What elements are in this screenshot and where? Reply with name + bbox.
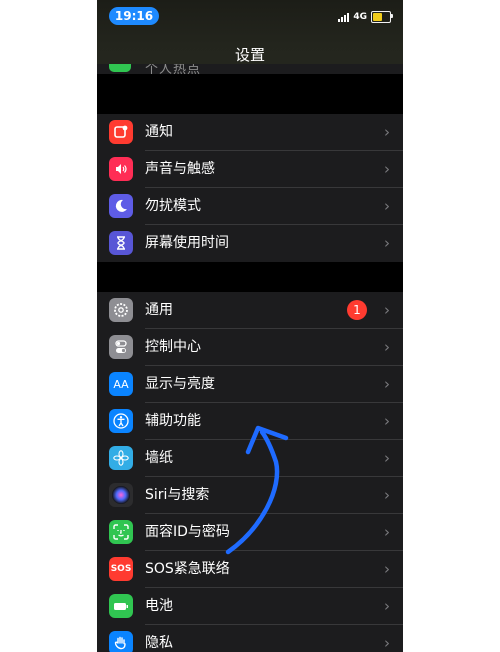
settings-row-label: 电池 (145, 598, 173, 614)
section-gap (97, 262, 403, 292)
battery-status-icon (371, 11, 393, 23)
settings-row-screentime[interactable]: 屏幕使用时间 › (97, 225, 403, 262)
hotspot-label: 个人热点 (145, 64, 202, 74)
settings-row-label: 勿扰模式 (145, 198, 201, 214)
settings-row-label: 通知 (145, 124, 173, 140)
chevron-right-icon: › (384, 449, 390, 467)
hand-icon (109, 631, 133, 652)
settings-row-label: 面容ID与密码 (145, 524, 230, 540)
accessibility-icon (109, 409, 133, 433)
sos-icon: SOS (109, 557, 133, 581)
settings-row-accessibility[interactable]: 辅助功能 › (97, 403, 403, 440)
flower-icon (109, 446, 133, 470)
gear-icon (109, 298, 133, 322)
settings-row-label: 墙纸 (145, 450, 173, 466)
chevron-right-icon: › (384, 197, 390, 215)
settings-row-battery[interactable]: 电池 › (97, 588, 403, 625)
section-gap (97, 74, 403, 114)
settings-row-label: 隐私 (145, 635, 173, 651)
list-item-hotspot-partial[interactable]: 个人热点 (97, 64, 403, 74)
settings-row-label: 控制中心 (145, 339, 201, 355)
settings-row-label: SOS紧急联络 (145, 561, 230, 577)
settings-row-label: 辅助功能 (145, 413, 201, 429)
signal-icon (338, 12, 350, 22)
chevron-right-icon: › (384, 412, 390, 430)
settings-row-label: 通用 (145, 302, 173, 318)
chevron-right-icon: › (384, 375, 390, 393)
settings-row-notifications[interactable]: 通知 › (97, 114, 403, 151)
update-badge: 1 (347, 300, 367, 320)
network-type: 4G (353, 12, 367, 22)
settings-row-wallpaper[interactable]: 墙纸 › (97, 440, 403, 477)
chevron-right-icon: › (384, 234, 390, 252)
settings-row-siri[interactable]: Siri与搜索 › (97, 477, 403, 514)
moon-icon (109, 194, 133, 218)
chevron-right-icon: › (384, 523, 390, 541)
siri-icon (109, 483, 133, 507)
settings-row-label: 声音与触感 (145, 161, 215, 177)
toggle-icon (109, 335, 133, 359)
settings-row-faceid[interactable]: 面容ID与密码 › (97, 514, 403, 551)
sound-icon (109, 157, 133, 181)
chevron-right-icon: › (384, 597, 390, 615)
chevron-right-icon: › (384, 301, 390, 319)
chevron-right-icon: › (384, 123, 390, 141)
settings-row-label: 显示与亮度 (145, 376, 215, 392)
settings-row-label: Siri与搜索 (145, 487, 210, 503)
settings-row-sounds[interactable]: 声音与触感 › (97, 151, 403, 188)
settings-row-display[interactable]: AA 显示与亮度 › (97, 366, 403, 403)
settings-row-privacy[interactable]: 隐私 › (97, 625, 403, 652)
header: 19:16 4G 设置 (97, 0, 403, 74)
notifications-icon (109, 120, 133, 144)
settings-row-label: 屏幕使用时间 (145, 235, 229, 251)
hourglass-icon (109, 231, 133, 255)
status-icons: 4G (338, 9, 393, 25)
settings-row-sos[interactable]: SOS SOS紧急联络 › (97, 551, 403, 588)
chevron-right-icon: › (384, 486, 390, 504)
text-size-icon: AA (109, 372, 133, 396)
chevron-right-icon: › (384, 338, 390, 356)
settings-row-control-center[interactable]: 控制中心 › (97, 329, 403, 366)
chevron-right-icon: › (384, 560, 390, 578)
chevron-right-icon: › (384, 160, 390, 178)
battery-icon (109, 594, 133, 618)
settings-row-general[interactable]: 通用 1 › (97, 292, 403, 329)
page-title: 设置 (234, 46, 265, 64)
face-id-icon (109, 520, 133, 544)
chevron-right-icon: › (384, 634, 390, 652)
status-time[interactable]: 19:16 (109, 7, 159, 25)
hotspot-icon (109, 64, 131, 72)
phone-screen: 19:16 4G 设置 个人热点 通知 › 声音与触感 › 勿扰模式 › 屏幕使用时间 › 通… (97, 0, 403, 652)
settings-row-dnd[interactable]: 勿扰模式 › (97, 188, 403, 225)
